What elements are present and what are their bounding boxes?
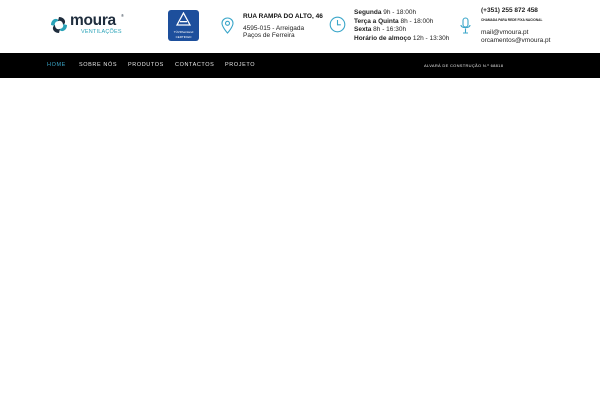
hours-day: Terça a Quinta bbox=[354, 18, 399, 25]
brand-subtitle: VENTILAÇÕES bbox=[81, 29, 122, 35]
nav-item-projeto[interactable]: PROJETO bbox=[225, 62, 255, 68]
contact-email-orcamentos[interactable]: orcamentos@vmoura.pt bbox=[481, 37, 550, 45]
hours-time: 9h - 18:00h bbox=[381, 9, 417, 16]
hours-row-lunch: Horário de almoço 12h - 13:30h bbox=[354, 35, 449, 43]
address-street: RUA RAMPA DO ALTO, 46 bbox=[243, 13, 323, 20]
hours-day: Horário de almoço bbox=[354, 35, 412, 42]
hours-day: Sexta bbox=[354, 26, 372, 33]
map-pin-icon bbox=[221, 17, 234, 34]
tuv-badge-certified: CERTIFIED bbox=[175, 35, 192, 39]
nav-item-sobre-nos[interactable]: SOBRE NÓS bbox=[79, 62, 117, 68]
hours-row-monday: Segunda 9h - 18:00h bbox=[354, 9, 416, 17]
contact-phone[interactable]: (+351) 255 872 458 bbox=[481, 7, 538, 15]
main-navbar: HOME SOBRE NÓS PRODUTOS CONTACTOS PROJET… bbox=[0, 53, 600, 78]
brand-name: moura bbox=[70, 12, 116, 29]
address-city: Paços de Ferreira bbox=[243, 32, 295, 39]
site-header: moura ® VENTILAÇÕES TÜVRheinland CERTIFI… bbox=[0, 0, 600, 53]
hours-time: 8h - 18:00h bbox=[398, 18, 434, 25]
nav-item-contactos[interactable]: CONTACTOS bbox=[175, 62, 214, 68]
construction-license-text: ALVARÁ DE CONSTRUÇÃO N.º 68818 bbox=[424, 63, 504, 68]
hours-day: Segunda bbox=[354, 9, 382, 16]
brand-logo[interactable]: moura ® VENTILAÇÕES bbox=[48, 12, 128, 38]
tuv-triangle-icon bbox=[176, 12, 191, 26]
contact-phone-note: CHAMADA PARA REDE FIXA NACIONAL bbox=[481, 18, 543, 22]
contact-email-mail[interactable]: mail@vmoura.pt bbox=[481, 29, 528, 37]
tuv-badge-name: TÜVRheinland bbox=[173, 30, 194, 34]
microphone-icon bbox=[460, 17, 471, 34]
nav-item-home[interactable]: HOME bbox=[47, 62, 66, 68]
hours-time: 12h - 13:30h bbox=[411, 35, 450, 42]
hours-row-tue-thu: Terça a Quinta 8h - 18:00h bbox=[354, 18, 433, 26]
hours-time: 8h - 16:30h bbox=[371, 26, 407, 33]
hours-row-friday: Sexta 8h - 16:30h bbox=[354, 26, 406, 34]
logo-mark-icon bbox=[51, 17, 67, 33]
tuv-certified-badge: TÜVRheinland CERTIFIED bbox=[168, 10, 199, 41]
nav-item-produtos[interactable]: PRODUTOS bbox=[128, 62, 164, 68]
clock-icon bbox=[329, 16, 346, 33]
brand-registered-mark: ® bbox=[121, 13, 124, 18]
